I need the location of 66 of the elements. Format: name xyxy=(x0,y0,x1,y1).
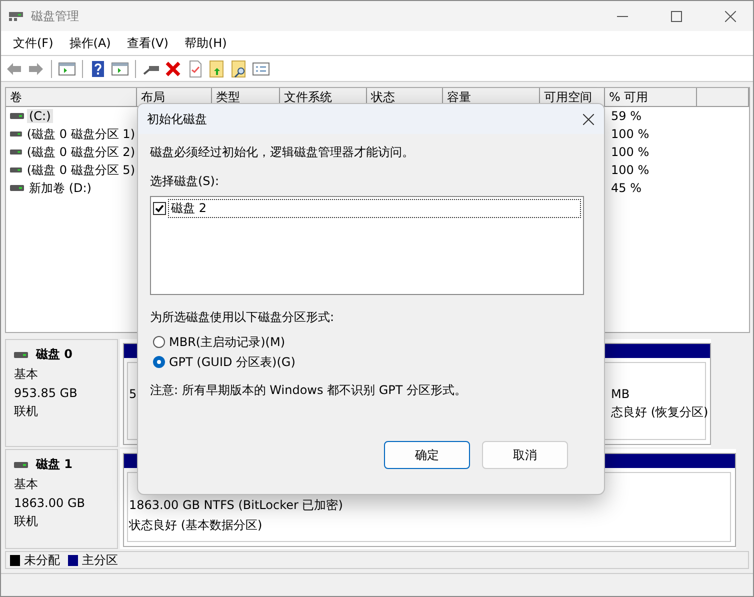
volume-name[interactable]: (磁盘 0 磁盘分区 5) xyxy=(24,162,137,178)
header-filler xyxy=(697,88,749,107)
panel-icon[interactable] xyxy=(58,60,76,78)
volume-name[interactable]: 新加卷 (D:) xyxy=(27,180,94,196)
partition-text: MB xyxy=(611,387,630,401)
volume-name[interactable]: (C:) xyxy=(27,109,53,123)
disk-status: 联机 xyxy=(14,513,39,530)
disk-size: 953.85 GB xyxy=(14,386,78,400)
delete-icon[interactable] xyxy=(164,60,182,78)
disk-name: 磁盘 0 xyxy=(36,346,73,363)
disk-info-panel[interactable]: 磁盘 0 基本 953.85 GB 联机 xyxy=(5,339,118,447)
free-percent: 59 % xyxy=(610,109,642,123)
partition-text: 状态良好 (基本数据分区) xyxy=(129,517,262,534)
partition-text: 态良好 (恢复分区) xyxy=(611,404,708,421)
dialog-title: 初始化磁盘 xyxy=(147,110,208,128)
disk-drive-icon xyxy=(10,131,22,137)
disk-drive-icon xyxy=(14,352,28,358)
column-header[interactable]: 卷 xyxy=(6,88,137,107)
volume-name[interactable]: (磁盘 0 磁盘分区 1) xyxy=(24,126,137,142)
menu-item[interactable]: 操作(A) xyxy=(61,34,119,52)
radio-label[interactable]: MBR(主启动记录)(M) xyxy=(169,334,286,350)
free-percent: 100 % xyxy=(610,127,650,141)
menu-item[interactable]: 帮助(H) xyxy=(176,34,235,52)
folder-search-icon[interactable] xyxy=(230,60,248,78)
note-text: 注意: 所有早期版本的 Windows 都不识别 GPT 分区形式。 xyxy=(150,382,468,399)
disk-drive-icon xyxy=(14,462,28,468)
radio-button[interactable] xyxy=(153,356,165,368)
disk-size: 1863.00 GB xyxy=(14,496,86,510)
list-item[interactable]: 磁盘 2 xyxy=(168,199,581,218)
disk-name: 磁盘 1 xyxy=(36,456,73,473)
disk-list[interactable]: 磁盘 2 xyxy=(150,196,584,295)
panel-icon[interactable] xyxy=(111,60,129,78)
radio-label[interactable]: GPT (GUID 分区表)(G) xyxy=(169,354,296,370)
partition-text: 5 xyxy=(129,387,137,401)
disk-status: 联机 xyxy=(14,403,39,420)
checkbox[interactable] xyxy=(153,202,166,215)
disk-drive-icon xyxy=(10,113,24,119)
partition-text: 1863.00 GB NTFS (BitLocker 已加密) xyxy=(129,497,343,514)
free-percent: 100 % xyxy=(610,163,650,177)
close-icon[interactable] xyxy=(724,10,736,22)
legend-label: 主分区 xyxy=(82,552,118,568)
radio-button[interactable] xyxy=(153,336,165,348)
select-label: 选择磁盘(S): xyxy=(150,173,220,190)
maximize-icon[interactable] xyxy=(670,10,682,22)
menu-item[interactable]: 查看(V) xyxy=(118,34,176,52)
disk-info-panel[interactable]: 磁盘 1 基本 1863.00 GB 联机 xyxy=(5,449,118,549)
disk-drive-icon xyxy=(10,149,22,155)
partition-style-label: 为所选磁盘使用以下磁盘分区形式: xyxy=(150,309,336,326)
dialog-message: 磁盘必须经过初始化，逻辑磁盘管理器才能访问。 xyxy=(150,144,415,161)
ok-button[interactable]: 确定 xyxy=(384,441,470,469)
free-percent: 100 % xyxy=(610,145,650,159)
column-header[interactable]: % 可用 xyxy=(605,88,697,107)
disk-drive-icon xyxy=(10,185,24,191)
disk-type: 基本 xyxy=(14,366,39,383)
volume-name[interactable]: (磁盘 0 磁盘分区 2) xyxy=(24,144,137,160)
free-percent: 45 % xyxy=(610,181,642,195)
close-icon[interactable] xyxy=(583,114,594,124)
disk-drive-icon xyxy=(10,167,22,173)
menu-item[interactable]: 文件(F) xyxy=(5,34,62,52)
legend-label: 未分配 xyxy=(24,552,60,568)
window-title: 磁盘管理 xyxy=(31,8,80,24)
disk-type: 基本 xyxy=(14,476,39,493)
cancel-button[interactable]: 取消 xyxy=(482,441,568,469)
disk-drive-icon xyxy=(9,10,23,22)
properties-icon[interactable] xyxy=(252,60,270,78)
help-icon[interactable] xyxy=(89,60,107,78)
